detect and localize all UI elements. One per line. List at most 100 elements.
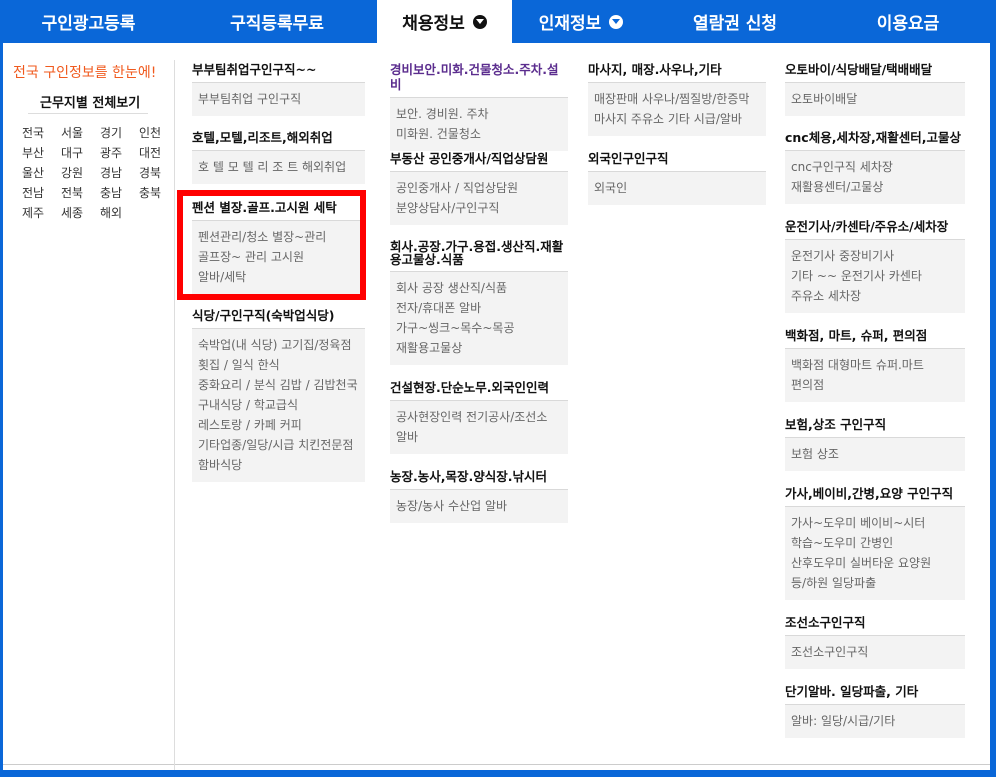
- category-factory-production: 회사.공장.가구.용접.생산직.재활용고물상.식품 회사 공장 생산직/식품 전…: [390, 240, 568, 365]
- region-link[interactable]: 대전: [139, 144, 178, 162]
- category-link[interactable]: 운전기사 중장비기사: [791, 249, 894, 263]
- category-title[interactable]: 회사.공장.가구.용접.생산직.재활용고물상.식품: [390, 240, 568, 272]
- category-link[interactable]: 레스토랑 / 카페 커피: [198, 418, 302, 432]
- category-link[interactable]: 학습~도우미 간병인: [791, 536, 893, 550]
- category-link[interactable]: 편의점: [791, 378, 824, 392]
- category-title[interactable]: 부동산 공인중개사/직업상담원: [390, 151, 568, 172]
- category-title[interactable]: 농장.농사,목장.양식장.낚시터: [390, 469, 568, 490]
- category-link[interactable]: cnc구인구직 세차장: [791, 160, 893, 174]
- region-link[interactable]: 강원: [61, 164, 100, 182]
- category-title[interactable]: 마사지, 매장.사우나,기타: [588, 62, 766, 83]
- category-link[interactable]: 재활용고물상: [396, 341, 462, 355]
- category-link[interactable]: 가사~도우미 베이비~시터: [791, 516, 925, 530]
- category-housekeeping-care: 가사,베이비,간병,요양 구인구직 가사~도우미 베이비~시터 학습~도우미 간…: [785, 486, 965, 600]
- category-massage-sauna: 마사지, 매장.사우나,기타 매장판매 사우나/찜질방/한증막 마사지 주유소 …: [588, 62, 766, 136]
- category-links: 오토바이배달: [785, 83, 965, 116]
- category-links: cnc구인구직 세차장 재활용센터/고물상: [785, 151, 965, 204]
- category-link[interactable]: 호 텔 모 텔 리 조 트 해외취업: [198, 160, 346, 174]
- category-link[interactable]: 전자/휴대폰 알바: [396, 301, 481, 315]
- region-link[interactable]: 경북: [139, 164, 178, 182]
- category-link[interactable]: 알바/세탁: [198, 270, 246, 284]
- category-link[interactable]: 기타 ~~ 운전기사 카센타: [791, 269, 922, 283]
- category-title[interactable]: 식당/구인구직(숙박업식당): [192, 308, 365, 329]
- category-link[interactable]: 보험 상조: [791, 447, 839, 461]
- category-link[interactable]: 부부팀취업 구인구직: [198, 92, 301, 106]
- region-link[interactable]: 경기: [100, 124, 139, 142]
- nav-pricing[interactable]: 이용요금: [820, 0, 996, 43]
- nav-register-resume[interactable]: 구직등록무료: [177, 0, 377, 43]
- category-links: 공인중개사 / 직업상담원 분양상담사/구인구직: [390, 172, 568, 225]
- category-title[interactable]: 백화점, 마트, 슈퍼, 편의점: [785, 328, 965, 349]
- category-link[interactable]: 기타업종/일당/시급 치킨전문점: [198, 438, 353, 452]
- category-link[interactable]: 알바: 일당/시급/기타: [791, 714, 895, 728]
- region-link[interactable]: 광주: [100, 144, 139, 162]
- category-link[interactable]: 구내식당 / 학교급식: [198, 398, 298, 412]
- region-title[interactable]: 근무지별 전체보기: [40, 92, 140, 111]
- region-title-underline: [28, 113, 148, 114]
- category-link[interactable]: 등/하원 일당파출: [791, 576, 876, 590]
- region-link[interactable]: 충남: [100, 184, 139, 202]
- category-title[interactable]: 단기알바. 일당파출, 기타: [785, 684, 965, 705]
- category-link[interactable]: 보안. 경비원. 주차: [396, 107, 489, 121]
- nav-label: 채용정보: [402, 14, 465, 34]
- nav-view-pass[interactable]: 열람권 신청: [650, 0, 820, 43]
- frame-border-right: [990, 43, 996, 777]
- category-title[interactable]: 부부팀취업구인구직~~: [192, 62, 365, 83]
- category-link[interactable]: 농장/농사 수산업 알바: [396, 499, 507, 513]
- category-link[interactable]: 조선소구인구직: [791, 645, 868, 659]
- region-link[interactable]: 해외: [100, 204, 139, 222]
- category-title[interactable]: 건설현장.단순노무.외국인인력: [390, 380, 568, 401]
- category-delivery: 오토바이/식당배달/택배배달 오토바이배달: [785, 62, 965, 116]
- category-link[interactable]: 미화원. 건물청소: [396, 127, 481, 141]
- category-title[interactable]: 조선소구인구직: [785, 615, 965, 636]
- region-link[interactable]: 경남: [100, 164, 139, 182]
- category-link[interactable]: 공사현장인력 전기공사/조선소: [396, 410, 547, 424]
- category-title[interactable]: 가사,베이비,간병,요양 구인구직: [785, 486, 965, 507]
- category-link[interactable]: 숙박업(내 식당) 고기집/정육점: [198, 338, 352, 352]
- category-title[interactable]: 운전기사/카센타/주유소/세차장: [785, 219, 965, 240]
- nav-post-job-ad[interactable]: 구인광고등록: [0, 0, 177, 43]
- region-link[interactable]: 전북: [61, 184, 100, 202]
- region-link[interactable]: 제주: [22, 204, 61, 222]
- category-link[interactable]: 분양상담사/구인구직: [396, 201, 499, 215]
- category-title[interactable]: 오토바이/식당배달/택배배달: [785, 62, 965, 83]
- category-link[interactable]: 오토바이배달: [791, 92, 857, 106]
- category-link[interactable]: 산후도우미 실버타운 요양원: [791, 556, 931, 570]
- category-link[interactable]: 공인중개사 / 직업상담원: [396, 181, 518, 195]
- region-link[interactable]: 세종: [61, 204, 100, 222]
- category-link[interactable]: 주유소 세차장: [791, 289, 861, 303]
- category-farm-fishery: 농장.농사,목장.양식장.낚시터 농장/농사 수산업 알바: [390, 469, 568, 523]
- nav-job-info[interactable]: 채용정보: [377, 0, 512, 43]
- category-title[interactable]: 외국인구인구직: [588, 151, 766, 172]
- category-link[interactable]: 알바: [396, 430, 418, 444]
- frame-border-bottom: [0, 770, 996, 777]
- category-link[interactable]: 마사지 주유소 기타 시급/알바: [594, 112, 742, 126]
- region-link[interactable]: 인천: [139, 124, 178, 142]
- category-link[interactable]: 가구~씽크~목수~목공: [396, 321, 515, 335]
- region-link[interactable]: 서울: [61, 124, 100, 142]
- category-title[interactable]: 보험,상조 구인구직: [785, 417, 965, 438]
- region-link[interactable]: 울산: [22, 164, 61, 182]
- region-link[interactable]: 부산: [22, 144, 61, 162]
- category-links: 알바: 일당/시급/기타: [785, 705, 965, 738]
- category-title[interactable]: 펜션 별장.골프.고시원 세탁: [192, 200, 360, 221]
- category-link[interactable]: 회사 공장 생산직/식품: [396, 281, 507, 295]
- region-link[interactable]: 대구: [61, 144, 100, 162]
- category-link[interactable]: 함바식당: [198, 458, 242, 472]
- category-link[interactable]: 백화점 대형마트 슈퍼.마트: [791, 358, 924, 372]
- region-link[interactable]: 전국: [22, 124, 61, 142]
- category-link[interactable]: 재활용센터/고물상: [791, 180, 883, 194]
- category-title[interactable]: 경비보안.미화.건물청소.주차.설비: [390, 62, 568, 98]
- category-links: 부부팀취업 구인구직: [192, 83, 365, 116]
- region-link[interactable]: 충북: [139, 184, 178, 202]
- category-link[interactable]: 외국인: [594, 181, 627, 195]
- category-link[interactable]: 펜션관리/청소 별장~관리: [198, 230, 326, 244]
- category-link[interactable]: 횟집 / 일식 한식: [198, 358, 280, 372]
- nav-talent-info[interactable]: 인재정보: [512, 0, 650, 43]
- category-link[interactable]: 매장판매 사우나/찜질방/한증막: [594, 92, 749, 106]
- category-title[interactable]: 호텔,모텔,리조트,해외취업: [192, 130, 365, 151]
- category-link[interactable]: 중화요리 / 분식 김밥 / 김밥천국: [198, 378, 358, 392]
- category-title[interactable]: cnc체용,세차장,재활센터,고물상: [785, 130, 965, 151]
- region-link[interactable]: 전남: [22, 184, 61, 202]
- category-link[interactable]: 골프장~ 관리 고시원: [198, 250, 304, 264]
